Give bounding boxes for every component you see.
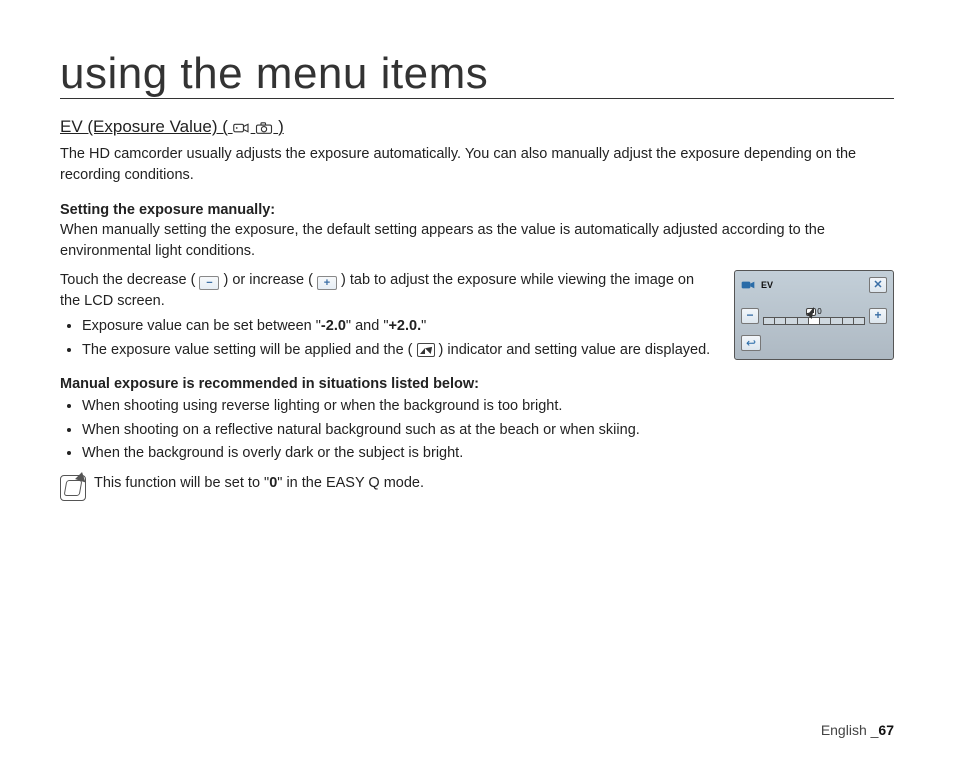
ev-indicator-icon xyxy=(417,343,435,357)
ev-indicator-icon xyxy=(806,308,816,316)
lcd-title: EV xyxy=(761,280,773,290)
recommended-bullets: When shooting using reverse lighting or … xyxy=(60,396,716,465)
lcd-decrease-button[interactable]: − xyxy=(741,308,759,324)
note-icon xyxy=(60,475,86,501)
section-intro: The HD camcorder usually adjusts the exp… xyxy=(60,144,894,186)
section-heading: EV (Exposure Value) ( ) xyxy=(60,117,894,140)
touch-instruction: Touch the decrease ( − ) or increase ( +… xyxy=(60,270,716,312)
increase-button-icon: + xyxy=(317,276,337,290)
lcd-close-button[interactable]: ✕ xyxy=(869,277,887,293)
instr-text-b: ) or increase ( xyxy=(223,272,312,288)
photo-mode-icon xyxy=(255,120,273,140)
recommended-heading: Manual exposure is recommended in situat… xyxy=(60,376,716,392)
lcd-slider[interactable] xyxy=(763,317,865,325)
lcd-back-button[interactable]: ↩ xyxy=(741,335,761,351)
manual-heading: Setting the exposure manually: xyxy=(60,202,894,218)
list-item: Exposure value can be set between "-2.0"… xyxy=(82,316,716,338)
heading-text-post: ) xyxy=(278,117,284,136)
page-title: using the menu items xyxy=(60,50,894,99)
page-footer: English _67 xyxy=(821,722,894,738)
list-item: When the background is overly dark or th… xyxy=(82,443,716,465)
instr-text-a: Touch the decrease ( xyxy=(60,272,195,288)
note: This function will be set to "0" in the … xyxy=(60,473,716,501)
list-item: The exposure value setting will be appli… xyxy=(82,340,716,362)
list-item: When shooting using reverse lighting or … xyxy=(82,396,716,418)
decrease-button-icon: − xyxy=(199,276,219,290)
camcorder-mode-icon xyxy=(233,120,251,140)
lcd-screenshot: EV ✕ − 0 + ↩ xyxy=(734,270,894,360)
lcd-mode-icon xyxy=(741,279,757,291)
exposure-bullets: Exposure value can be set between "-2.0"… xyxy=(60,316,716,362)
lcd-increase-button[interactable]: + xyxy=(869,308,887,324)
list-item: When shooting on a reflective natural ba… xyxy=(82,420,716,442)
lcd-value-label: 0 xyxy=(763,307,865,316)
heading-text-pre: EV (Exposure Value) ( xyxy=(60,117,228,136)
manual-desc: When manually setting the exposure, the … xyxy=(60,220,894,262)
